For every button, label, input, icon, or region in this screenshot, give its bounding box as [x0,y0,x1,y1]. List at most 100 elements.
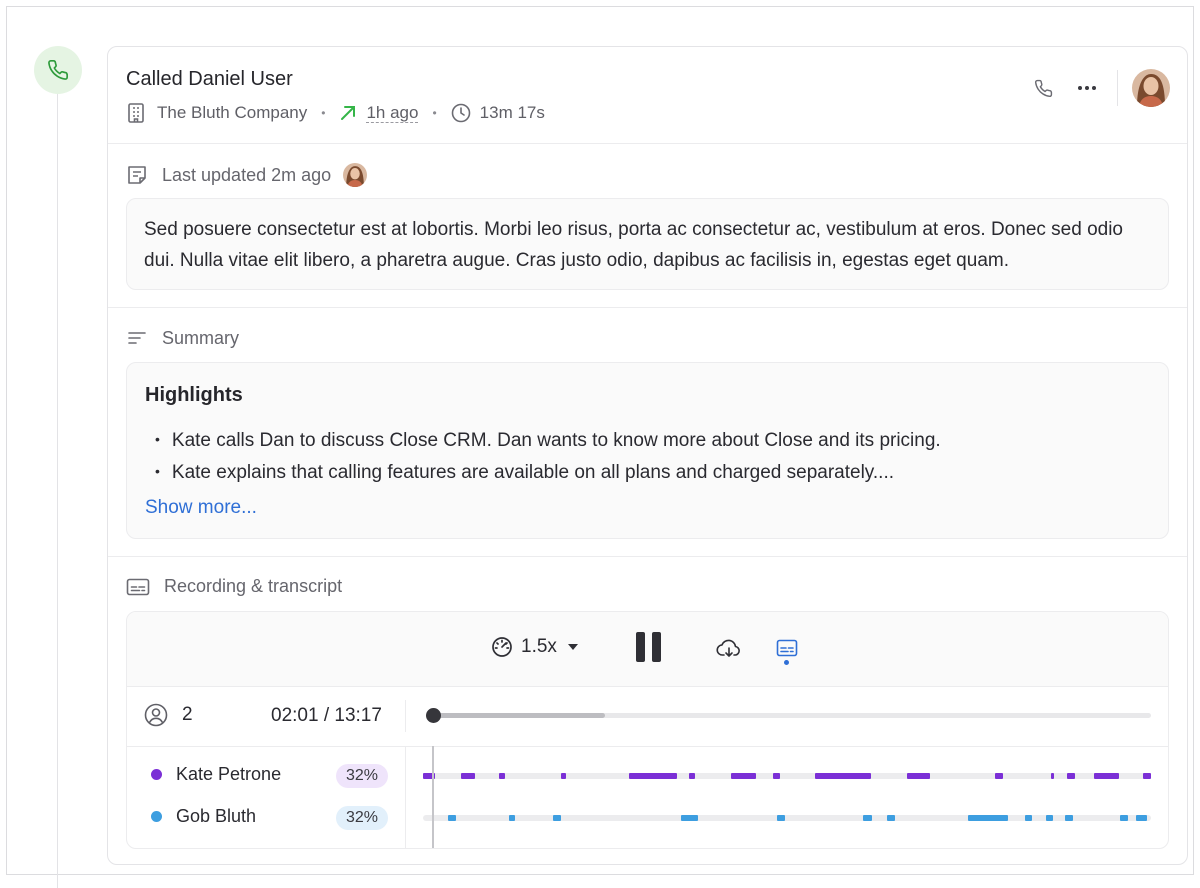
talk-segment[interactable] [814,773,871,779]
talk-segment[interactable] [1136,815,1148,821]
recording-label: Recording & transcript [164,576,343,596]
avatar [343,163,368,187]
user-circle-icon [144,703,168,727]
playback-speed-value: 1.5x [521,636,557,657]
phone-icon [48,60,68,80]
activity-feed-frame: Called Daniel User The Bluth Company • 1… [6,6,1194,888]
note-icon [128,166,146,184]
show-more-link[interactable]: Show more... [145,497,257,519]
call-activity-card: Called Daniel User The Bluth Company • 1… [107,46,1188,865]
pause-button[interactable] [636,632,661,662]
pause-bar [652,632,661,662]
pause-bar [636,632,645,662]
talk-segment[interactable] [1067,773,1075,779]
talk-segment[interactable] [887,815,896,821]
participants-count[interactable]: 2 [144,703,193,727]
time-ago[interactable]: 1h ago [366,103,419,123]
speaker-color-dot [151,811,162,822]
ellipsis-icon [1078,86,1096,90]
talk-segment[interactable] [1025,815,1033,821]
speaker-gob-bluth[interactable]: Gob Bluth [151,806,256,827]
progress-handle[interactable] [426,708,441,723]
summary-box: Highlights Kate calls Dan to discuss Clo… [126,362,1169,539]
header-actions [1025,67,1187,109]
talk-segment[interactable] [460,773,476,779]
note-text: Sed posuere consectetur est at lobortis.… [144,219,1124,271]
activity-title: Called Daniel User [126,68,293,90]
cloud-download-icon[interactable] [716,638,742,660]
talk-segment[interactable] [553,815,562,821]
chevron-down-icon [567,644,578,650]
speaker-color-dot [151,769,162,780]
speaker-talk-percent: 32% [336,806,388,830]
summary-header: Summary [126,327,239,349]
talk-segment[interactable] [863,815,873,821]
more-options-button[interactable] [1069,70,1105,106]
talk-segment[interactable] [680,815,699,821]
speaker-name: Kate Petrone [176,764,282,784]
speaker-timeline-gob-bluth[interactable] [423,815,1151,821]
column-divider [405,746,406,848]
call-duration: 13m 17s [479,103,545,122]
talk-segment[interactable] [689,773,696,779]
playback-speed-dropdown[interactable]: 1.5x [491,636,579,658]
highlights-title: Highlights [145,384,243,406]
talk-segment[interactable] [995,773,1004,779]
speaker-kate-petrone[interactable]: Kate Petrone [151,764,281,785]
meta-separator: • [432,106,437,120]
company-link[interactable]: The Bluth Company [157,103,307,123]
clock-icon [451,103,470,123]
summary-label: Summary [162,327,240,348]
transcript-toggle-icon[interactable] [776,638,798,658]
list-item: Kate calls Dan to discuss Close CRM. Dan… [155,425,941,457]
talk-segment[interactable] [776,815,785,821]
activity-meta: The Bluth Company • 1h ago • 13m 17s [126,101,545,125]
progress-row: 2 02:01 / 13:17 [127,686,1168,747]
timeline-playhead[interactable] [432,746,434,848]
column-divider [405,700,406,732]
progress-track[interactable] [433,713,1151,718]
lines-icon [128,332,146,344]
talk-segment[interactable] [560,773,567,779]
note-updated-label: Last updated 2m ago [162,164,332,185]
divider [108,556,1187,557]
talk-segment[interactable] [1120,815,1129,821]
user-avatar-icon [343,163,368,187]
playback-time: 02:01 / 13:17 [271,705,382,726]
talk-segment[interactable] [498,773,505,779]
note-box[interactable]: Sed posuere consectetur est at lobortis.… [126,198,1169,290]
talk-segment[interactable] [907,773,930,779]
talk-segment[interactable] [730,773,756,779]
active-indicator [784,660,789,665]
divider [108,307,1187,308]
list-item: Kate explains that calling features are … [155,457,941,489]
header-divider [1117,70,1118,106]
talk-segment[interactable] [629,773,678,779]
user-avatar-icon [1132,69,1170,107]
subtitles-icon [126,578,150,595]
speaker-name: Gob Bluth [176,806,257,826]
building-icon [128,103,144,123]
meta-separator: • [321,106,326,120]
talk-segment[interactable] [1142,773,1151,779]
call-activity-badge [34,46,82,94]
talk-segment[interactable] [773,773,781,779]
speaker-timeline-kate-petrone[interactable] [423,773,1151,779]
talk-segment[interactable] [447,815,456,821]
talk-segment[interactable] [1050,773,1055,779]
speedometer-icon [492,637,512,657]
note-header: Last updated 2m ago [126,163,368,187]
divider [108,143,1187,144]
talk-segment[interactable] [508,815,516,821]
player-controls: 1.5x [127,612,1168,687]
avatar[interactable] [1132,69,1170,107]
talk-segment[interactable] [1094,773,1119,779]
talk-segment[interactable] [968,815,1009,821]
talk-segment[interactable] [1046,815,1054,821]
call-button[interactable] [1025,70,1061,106]
speaker-talk-percent: 32% [336,764,388,788]
talk-segment[interactable] [1065,815,1074,821]
progress-played [433,713,606,718]
recording-header: Recording & transcript [126,576,342,597]
participants-count-value: 2 [182,704,193,725]
